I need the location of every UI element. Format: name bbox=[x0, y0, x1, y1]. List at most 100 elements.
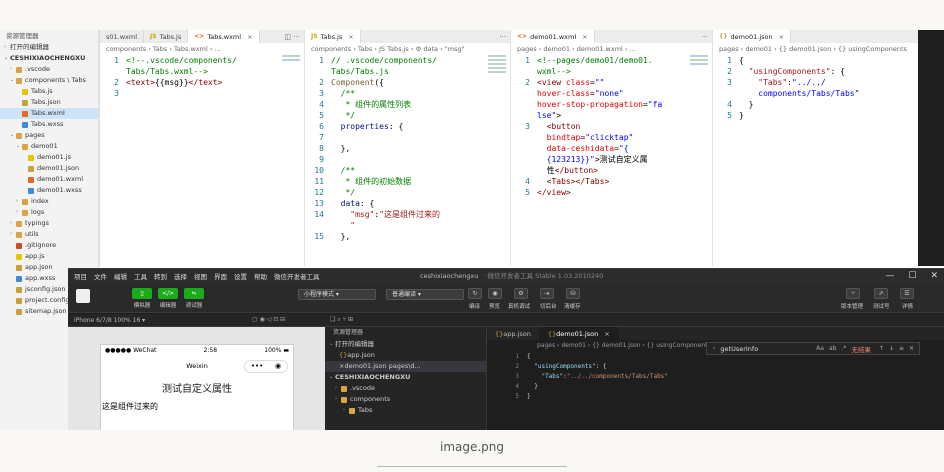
compile-mode-select[interactable]: 普通编译 ▾ bbox=[386, 289, 464, 300]
code-line: 2 "usingComponents": { bbox=[487, 362, 944, 372]
project-root[interactable]: ⌄ CESHIXIAOCHENGXU bbox=[0, 53, 98, 64]
close-icon[interactable]: × bbox=[604, 330, 609, 338]
close-icon[interactable]: × bbox=[247, 33, 252, 41]
close-icon[interactable]: ✕ bbox=[930, 271, 938, 281]
menu-item[interactable]: 界面 bbox=[214, 271, 227, 281]
editor-tab[interactable]: <> demo01.wxml × bbox=[511, 30, 595, 43]
tree-item[interactable]: demo01.wxss bbox=[0, 185, 98, 196]
whole-word-icon[interactable]: ab bbox=[829, 345, 837, 352]
open-editors-section[interactable]: › 打开的编辑器 bbox=[0, 42, 98, 53]
more-actions-icon[interactable]: ··· bbox=[495, 30, 510, 43]
menu-item[interactable]: 项目 bbox=[74, 271, 87, 281]
details-icon[interactable]: ☰ bbox=[900, 288, 914, 299]
device-select[interactable]: iPhone 6/7/8 100% 16 ▾ bbox=[74, 317, 145, 324]
test-account-icon[interactable]: ⇗ bbox=[874, 288, 888, 299]
tree-item[interactable]: .gitignore bbox=[0, 240, 98, 251]
menu-item[interactable]: 微信开发者工具 bbox=[274, 271, 320, 281]
tree-item[interactable]: ⌄ pages bbox=[0, 130, 98, 141]
custom-attribute-button[interactable]: 测试自定义属性 bbox=[101, 380, 293, 395]
tree-item[interactable]: › index bbox=[0, 196, 98, 207]
find-in-selection-icon[interactable]: ≡ bbox=[899, 345, 904, 352]
preview-icon[interactable]: ◉ bbox=[488, 288, 502, 299]
tree-item[interactable]: › components bbox=[325, 394, 486, 405]
compile-icon[interactable]: ↻ bbox=[468, 288, 482, 299]
code-editor[interactable]: 1 // .vscode/components/Tabs/Tabs.js 2 Comp… bbox=[305, 55, 510, 242]
next-match-icon[interactable]: ↓ bbox=[889, 345, 894, 352]
tree-item[interactable]: › Tabs bbox=[325, 405, 486, 416]
tree-item[interactable]: › typings bbox=[0, 218, 98, 229]
menu-item[interactable]: 视图 bbox=[194, 271, 207, 281]
menu-item[interactable]: 帮助 bbox=[254, 271, 267, 281]
tree-item[interactable]: › .vscode bbox=[0, 64, 98, 75]
menu-item[interactable]: 工具 bbox=[134, 271, 147, 281]
code-line: 5 </view> bbox=[511, 187, 712, 198]
real-debug-icon[interactable]: ⚙ bbox=[514, 288, 528, 299]
line-content: { bbox=[527, 353, 531, 360]
tree-item[interactable]: demo01.json bbox=[0, 163, 98, 174]
code-editor[interactable]: 1{2 "usingComponents": {3 "Tabs":"../../… bbox=[713, 55, 918, 121]
tree-item[interactable]: › utils bbox=[0, 229, 98, 240]
open-editor-item[interactable]: {} app.json bbox=[325, 350, 486, 361]
code-editor[interactable]: 1 <!--.vscode/components/Tabs/Tabs.wxml--… bbox=[100, 55, 304, 99]
minimap[interactable] bbox=[690, 55, 708, 95]
close-icon[interactable]: × bbox=[348, 33, 353, 41]
file-type-icon: {} bbox=[719, 33, 728, 40]
menu-item[interactable]: 选择 bbox=[174, 271, 187, 281]
toggle-replace-icon[interactable]: › bbox=[713, 345, 715, 352]
mode-select[interactable]: 小程序模式 ▾ bbox=[298, 289, 376, 300]
avatar[interactable] bbox=[76, 289, 90, 303]
editor-tab[interactable]: {} demo01.json × bbox=[539, 327, 619, 340]
minimap[interactable] bbox=[488, 55, 506, 95]
tree-item[interactable]: › logs bbox=[0, 207, 98, 218]
tree-item[interactable]: ⌄ components \ Tabs bbox=[0, 75, 98, 86]
open-editors-section[interactable]: ⌄ 打开的编辑器 bbox=[325, 339, 486, 350]
match-case-icon[interactable]: Aa bbox=[816, 345, 824, 352]
tree-item[interactable]: demo01.js bbox=[0, 152, 98, 163]
code-editor[interactable]: 1{2 "usingComponents": {3 "Tabs":"../../… bbox=[487, 352, 944, 402]
menu-item[interactable]: 转到 bbox=[154, 271, 167, 281]
tree-item[interactable]: app.js bbox=[0, 251, 98, 262]
version-control-icon[interactable]: ⑂ bbox=[846, 288, 860, 299]
editor-tab[interactable]: JS Tabs.js bbox=[144, 30, 189, 43]
editor-tab[interactable]: {} app.json bbox=[487, 327, 540, 340]
project-root[interactable]: ⌄ CESHIXIAOCHENGXU bbox=[325, 372, 486, 383]
close-icon[interactable]: × bbox=[779, 33, 784, 41]
tree-item[interactable]: › .vscode bbox=[325, 383, 486, 394]
split-editor-icon[interactable]: ◫ ··· bbox=[280, 30, 304, 43]
tree-item[interactable]: ⌄ demo01 bbox=[0, 141, 98, 152]
maximize-icon[interactable]: ☐ bbox=[908, 271, 916, 281]
close-find-icon[interactable]: ✕ bbox=[909, 345, 914, 352]
menu-item[interactable]: 设置 bbox=[234, 271, 247, 281]
explorer-controls[interactable]: ❏ ⌕ ⑂ ⊞ bbox=[330, 316, 353, 324]
debugger-toggle-button[interactable]: ≒ bbox=[184, 288, 204, 299]
editor-tab[interactable]: JS Tabs.js × bbox=[305, 30, 361, 43]
editor-tab[interactable]: <> Tabs.wxml × bbox=[188, 30, 260, 43]
switch-background-icon[interactable]: ⇥ bbox=[540, 288, 554, 299]
editor-toggle-button[interactable]: </> bbox=[158, 288, 178, 299]
simulator-controls[interactable]: ▢ ◉ ◁ ⊡ ⊟ bbox=[252, 316, 285, 323]
tree-item[interactable]: Tabs.wxml bbox=[0, 108, 98, 119]
close-icon[interactable]: × bbox=[582, 33, 587, 41]
minimize-icon[interactable]: — bbox=[885, 271, 894, 281]
menu-item[interactable]: 文件 bbox=[94, 271, 107, 281]
simulator-toggle-button[interactable]: ▯ bbox=[132, 288, 152, 299]
tree-item[interactable]: Tabs.json bbox=[0, 97, 98, 108]
prev-match-icon[interactable]: ↑ bbox=[879, 345, 884, 352]
clear-cache-icon[interactable]: ⛁ bbox=[566, 288, 580, 299]
regex-icon[interactable]: .* bbox=[841, 345, 846, 352]
record-icon[interactable]: ◉ bbox=[275, 361, 281, 372]
find-input[interactable]: getUserInfo bbox=[720, 345, 816, 353]
more-icon[interactable]: ••• bbox=[251, 361, 263, 372]
more-actions-icon[interactable]: ··· bbox=[697, 30, 712, 43]
capsule-menu[interactable]: ••• ◉ bbox=[244, 360, 288, 373]
minimap[interactable] bbox=[282, 55, 300, 95]
open-editor-item[interactable]: × demo01.json pages\d... bbox=[325, 361, 486, 372]
tree-item[interactable]: demo01.wxml bbox=[0, 174, 98, 185]
tree-item[interactable]: Tabs.wxss bbox=[0, 119, 98, 130]
editor-tab[interactable]: s01.wxml bbox=[100, 30, 145, 43]
line-number: 1 bbox=[515, 353, 519, 360]
code-editor[interactable]: 1 <!--pages/demo01/demo01. wxml--> 2 <view c… bbox=[511, 55, 712, 198]
tree-item[interactable]: Tabs.js bbox=[0, 86, 98, 97]
menu-item[interactable]: 编辑 bbox=[114, 271, 127, 281]
editor-tab[interactable]: {} demo01.json × bbox=[713, 30, 792, 43]
